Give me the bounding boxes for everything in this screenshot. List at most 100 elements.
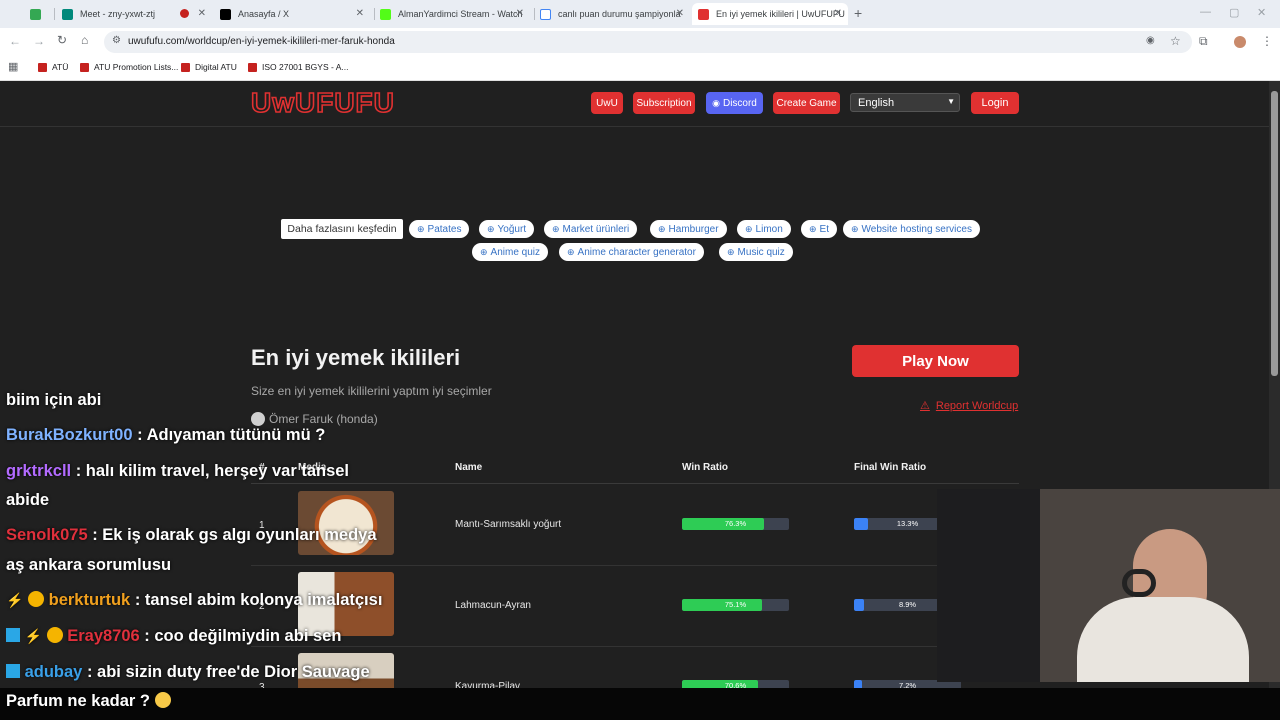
chip-label: Anime character generator <box>577 246 696 258</box>
uwu-button[interactable]: UwU <box>591 92 623 114</box>
bookmark-item[interactable]: Digital ATU <box>181 62 237 72</box>
win-ratio-label: 75.1% <box>724 600 747 609</box>
header-final-win-ratio: Final Win Ratio <box>854 462 927 473</box>
bookmarks-bar: ▦ ATÜ ATU Promotion Lists... Digital ATU… <box>0 56 1280 81</box>
bookmark-item[interactable]: ISO 27001 BGYS - A... <box>248 62 348 72</box>
url-text: uwufufu.com/worldcup/en-iyi-yemek-ikilil… <box>128 36 395 47</box>
chip-limon[interactable]: ⊕ Limon <box>737 220 791 238</box>
chip-label: Website hosting services <box>861 223 972 235</box>
close-tab-icon[interactable]: ✕ <box>198 8 206 19</box>
chip-hamburger[interactable]: ⊕ Hamburger <box>650 220 727 238</box>
tab-meet[interactable]: Meet - zny-yxwt-ztj ✕ <box>62 3 212 25</box>
chip-label: Music quiz <box>737 246 785 258</box>
win-ratio-bar: 76.3% <box>682 518 789 530</box>
headset-icon <box>1122 569 1156 597</box>
chip-music-quiz[interactable]: ⊕ Music quiz <box>719 243 793 261</box>
circle-plus-icon: ⊕ <box>745 223 753 234</box>
close-window-icon[interactable]: ✕ <box>1257 6 1266 19</box>
row-name: Lahmacun-Ayran <box>455 600 531 611</box>
site-info-icon[interactable]: ⚙ <box>112 35 121 46</box>
browser-tab-bar: Meet - zny-yxwt-ztj ✕ Anasayfa / X ✕ Alm… <box>0 0 1280 28</box>
chip-hosting[interactable]: ⊕ Website hosting services <box>843 220 980 238</box>
table-row[interactable]: 1 Mantı-Sarımsaklı yoğurt 76.3% 13.3% <box>251 484 1019 566</box>
close-tab-icon[interactable]: ✕ <box>834 8 842 19</box>
header-rank: # <box>259 462 265 473</box>
circle-plus-icon: ⊕ <box>567 246 575 257</box>
bookmark-label: ATU Promotion Lists... <box>94 62 179 72</box>
sheets-icon <box>30 8 41 20</box>
chip-et[interactable]: ⊕ Et <box>801 220 837 238</box>
tab-title: Meet - zny-yxwt-ztj <box>80 9 156 19</box>
bookmark-star-icon[interactable]: ☆ <box>1170 34 1181 48</box>
circle-plus-icon: ⊕ <box>809 223 817 234</box>
tab-pinned-sheets[interactable] <box>30 3 50 25</box>
circle-plus-icon: ⊕ <box>487 223 495 234</box>
create-game-button[interactable]: Create Game <box>773 92 840 114</box>
circle-plus-icon: ⊕ <box>851 223 859 234</box>
play-now-button[interactable]: Play Now <box>852 345 1019 377</box>
chip-market[interactable]: ⊕ Market ürünleri <box>544 220 638 238</box>
profile-avatar[interactable] <box>1234 36 1246 48</box>
x-logo-icon <box>220 8 231 20</box>
minimize-icon[interactable]: — <box>1200 6 1211 18</box>
extensions-icon[interactable]: ⧉ <box>1199 34 1208 49</box>
chip-patates[interactable]: ⊕ Patates <box>409 220 470 238</box>
bookmark-item[interactable]: ATU Promotion Lists... <box>80 62 178 72</box>
chevron-down-icon: ▼ <box>947 97 955 106</box>
header-name: Name <box>455 462 483 473</box>
kick-icon <box>380 8 391 20</box>
chip-anime-generator[interactable]: ⊕ Anime character generator <box>559 243 704 261</box>
author-name: Ömer Faruk (honda) <box>269 412 378 426</box>
win-ratio-label: 76.3% <box>724 519 747 528</box>
new-tab-button[interactable]: + <box>854 5 862 21</box>
row-rank: 1 <box>259 520 265 531</box>
reload-icon[interactable]: ↻ <box>57 33 67 47</box>
chip-label: Hamburger <box>668 223 719 235</box>
report-worldcup-link[interactable]: ⚠ Report Worldcup <box>920 399 1018 413</box>
maximize-icon[interactable]: ▢ <box>1229 6 1239 19</box>
bookmark-icon <box>38 62 47 72</box>
forward-icon[interactable]: → <box>33 34 45 48</box>
back-icon[interactable]: ← <box>9 34 21 48</box>
tab-kick-stream[interactable]: AlmanYardimci Stream - Watch ✕ <box>380 3 530 25</box>
row-rank: 2 <box>259 601 265 612</box>
explore-more-label: Daha fazlasını keşfedin <box>281 219 403 239</box>
food-image <box>298 572 394 636</box>
site-logo[interactable]: UwUFUFU <box>250 86 395 119</box>
subscription-button[interactable]: Subscription <box>633 92 695 114</box>
bookmark-icon <box>248 62 257 72</box>
tab-google[interactable]: canlı puan durumu şampiyonla ✕ <box>540 3 690 25</box>
chip-anime-quiz[interactable]: ⊕ Anime quiz <box>472 243 549 261</box>
tab-title: En iyi yemek ikilileri | UwUFUFU <box>716 9 845 19</box>
url-field[interactable]: ⚙ uwufufu.com/worldcup/en-iyi-yemek-ikil… <box>104 31 1192 53</box>
close-tab-icon[interactable]: ✕ <box>356 8 364 19</box>
recording-icon <box>180 9 189 18</box>
chip-yogurt[interactable]: ⊕ Yoğurt <box>479 220 535 238</box>
apps-grid-icon[interactable]: ▦ <box>8 60 18 73</box>
chip-label: Yoğurt <box>497 223 527 235</box>
eye-off-icon[interactable]: ◉ <box>1146 35 1155 46</box>
author-link[interactable]: Ömer Faruk (honda) <box>251 412 378 426</box>
header-win-ratio: Win Ratio <box>682 462 729 473</box>
circle-plus-icon: ⊕ <box>417 223 425 234</box>
close-tab-icon[interactable]: ✕ <box>516 8 524 19</box>
siren-icon: ⚠ <box>920 400 930 412</box>
bookmark-icon <box>80 62 89 72</box>
food-image <box>298 491 394 555</box>
discord-label: Discord <box>722 97 757 109</box>
close-tab-icon[interactable]: ✕ <box>676 8 684 19</box>
bookmark-item[interactable]: ATÜ <box>38 62 68 72</box>
chip-label: Limon <box>755 223 783 235</box>
scrollbar-thumb[interactable] <box>1271 91 1278 376</box>
menu-kebab-icon[interactable]: ⋮ <box>1261 34 1273 48</box>
home-icon[interactable]: ⌂ <box>81 33 88 47</box>
login-button[interactable]: Login <box>971 92 1019 114</box>
tab-x[interactable]: Anasayfa / X ✕ <box>220 3 370 25</box>
win-ratio-bar: 75.1% <box>682 599 789 611</box>
page-description: Size en iyi yemek ikililerini yaptım iyi… <box>251 384 492 398</box>
language-select[interactable]: English ▼ <box>850 93 960 112</box>
discord-button[interactable]: ◉ Discord <box>706 92 763 114</box>
bookmark-label: ATÜ <box>52 62 69 72</box>
table-row[interactable]: 2 Lahmacun-Ayran 75.1% 8.9% <box>251 565 1019 647</box>
tab-uwufufu[interactable]: En iyi yemek ikilileri | UwUFUFU ✕ <box>692 3 848 25</box>
